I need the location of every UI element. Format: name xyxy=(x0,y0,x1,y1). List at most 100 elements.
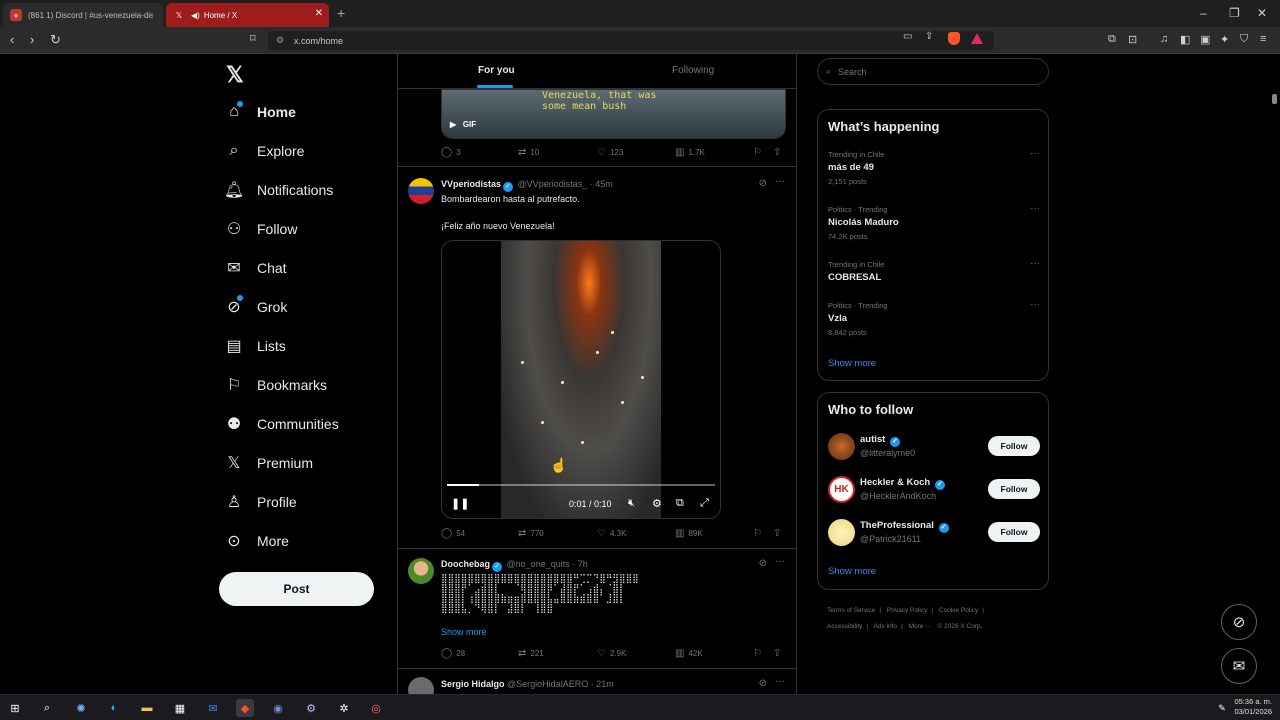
trend-item[interactable]: Trending in Chile COBRESAL ··· xyxy=(828,258,1040,283)
author-handle[interactable]: @SergioHidalAERO xyxy=(507,679,588,689)
video-progress-bar[interactable] xyxy=(447,484,715,486)
bookmark-button[interactable]: ⚐ xyxy=(753,528,766,539)
leo-ai-icon[interactable]: ✦ xyxy=(1220,33,1229,46)
author-name[interactable]: VVperiodistas xyxy=(441,179,501,189)
brave-shields-icon[interactable] xyxy=(948,32,960,45)
minimize-button[interactable]: – xyxy=(1200,6,1207,20)
like-button[interactable]: ♡ 2.9K xyxy=(597,648,626,659)
sidebar-item-communities[interactable]: ⚉ Communities xyxy=(218,406,388,442)
grok-explain-icon[interactable]: ⊘ xyxy=(759,178,767,189)
fullscreen-icon[interactable]: ⤢ xyxy=(700,497,709,510)
sidebar-item-grok[interactable]: ⊘ Grok xyxy=(218,289,388,325)
share-button[interactable]: ⇧ xyxy=(773,147,785,158)
tweet-time[interactable]: · 7h xyxy=(572,559,588,569)
tab-for-you[interactable]: For you xyxy=(478,65,515,76)
trend-item[interactable]: Politics · Trending Nicolás Maduro 74.2K… xyxy=(828,203,1040,241)
follow-suggestion[interactable]: TheProfessional ✓ @Patrick21611 Follow xyxy=(828,519,1040,549)
sidebar-item-explore[interactable]: ⌕ Explore xyxy=(218,133,388,169)
grok-explain-icon[interactable]: ⊘ xyxy=(759,678,767,689)
browser-tab-x[interactable]: 𝕏 ◀) Home / X ✕ xyxy=(166,3,329,27)
sidebar-item-home[interactable]: ⌂ Home xyxy=(218,94,388,130)
grok-fab-button[interactable]: ⊘ xyxy=(1221,604,1257,640)
obs-icon[interactable]: ◎ xyxy=(367,699,385,717)
views-button[interactable]: ▥ 1.7K xyxy=(675,147,705,158)
search-icon[interactable]: ⌕ xyxy=(38,699,56,717)
screenshot-icon[interactable]: ⊡ xyxy=(1128,33,1137,46)
views-button[interactable]: ▥ 42K xyxy=(675,648,703,659)
media-icon[interactable]: ♫ xyxy=(1160,33,1168,45)
reply-button[interactable]: ◯ 3 xyxy=(441,147,461,158)
bookmark-button[interactable]: ⚐ xyxy=(753,147,766,158)
more-options-icon[interactable]: ··· xyxy=(1030,203,1040,214)
wallet-icon[interactable]: ▣ xyxy=(1200,33,1210,46)
more-options-icon[interactable]: ··· xyxy=(1030,299,1040,310)
close-tab-icon[interactable]: ✕ xyxy=(315,8,323,19)
bookmark-button[interactable]: ⚐ xyxy=(753,648,766,659)
pip-icon[interactable]: ⧉ xyxy=(676,497,684,510)
sidebar-item-lists[interactable]: ▤ Lists xyxy=(218,328,388,364)
grok-explain-icon[interactable]: ⊘ xyxy=(759,558,767,569)
search-input[interactable]: ⌕ Search xyxy=(817,58,1049,85)
share-button[interactable]: ⇧ xyxy=(773,648,785,659)
mail-app-icon[interactable]: ✉ xyxy=(204,699,222,717)
repost-button[interactable]: ⇄ 221 xyxy=(518,648,544,659)
more-options-icon[interactable]: ··· xyxy=(1030,258,1040,269)
accessibility-link[interactable]: Accessibility xyxy=(827,623,862,630)
author-handle[interactable]: @no_one_quits xyxy=(507,559,570,569)
show-more-link[interactable]: Show more xyxy=(441,627,487,637)
more-options-icon[interactable]: ··· xyxy=(775,556,785,567)
sidebar-item-bookmarks[interactable]: ⚐ Bookmarks xyxy=(218,367,388,403)
repost-button[interactable]: ⇄ 10 xyxy=(518,147,539,158)
scrollbar-thumb[interactable] xyxy=(1272,94,1277,104)
brave-rewards-icon[interactable] xyxy=(971,33,983,44)
x-logo-icon[interactable]: 𝕏 xyxy=(226,62,244,88)
site-settings-icon[interactable]: ⚙ xyxy=(276,35,284,46)
copilot-icon[interactable]: ✺ xyxy=(72,699,90,717)
messages-fab-button[interactable]: ✉ xyxy=(1221,648,1257,684)
avatar[interactable] xyxy=(408,677,434,694)
new-tab-button[interactable]: + xyxy=(337,5,345,21)
terms-link[interactable]: Terms of Service xyxy=(827,607,875,614)
show-more-link[interactable]: Show more xyxy=(828,566,876,577)
avatar[interactable] xyxy=(828,433,855,460)
tray-pen-icon[interactable]: ✎ xyxy=(1213,699,1231,717)
more-options-icon[interactable]: ··· xyxy=(775,176,785,187)
more-options-icon[interactable]: ··· xyxy=(1030,148,1040,159)
sidebar-toggle-icon[interactable]: ◧ xyxy=(1180,33,1190,46)
share-icon[interactable]: ⇪ xyxy=(925,31,933,42)
follow-button[interactable]: Follow xyxy=(988,479,1040,499)
follow-button[interactable]: Follow xyxy=(988,436,1040,456)
avatar[interactable] xyxy=(828,519,855,546)
like-button[interactable]: ♡ 123 xyxy=(597,147,623,158)
trend-item[interactable]: Trending in Chile más de 49 2,151 posts … xyxy=(828,148,1040,186)
like-button[interactable]: ♡ 4.3K xyxy=(597,528,626,539)
bookmark-page-icon[interactable]: ⌑ xyxy=(250,32,256,45)
vpn-icon[interactable]: ⛉ xyxy=(1240,33,1248,46)
follow-suggestion[interactable]: autist ✓ @litteralyme0 Follow xyxy=(828,433,1040,463)
show-more-link[interactable]: Show more xyxy=(828,358,876,369)
extensions-icon[interactable]: ⧉ xyxy=(1108,33,1116,46)
discord-taskbar-icon[interactable]: ◉ xyxy=(269,699,287,717)
screen-icon[interactable]: ▭ xyxy=(903,31,912,42)
tweet-time[interactable]: · 45m xyxy=(590,179,613,189)
settings-icon[interactable]: ✲ xyxy=(335,699,353,717)
gif-media[interactable]: Venezuela, that was some mean bush ▶ GIF xyxy=(441,89,786,139)
follow-suggestion[interactable]: HK Heckler & Koch ✓ @HecklerAndKoch Foll… xyxy=(828,476,1040,506)
ads-info-link[interactable]: Ads info xyxy=(874,623,898,630)
sidebar-item-chat[interactable]: ✉ Chat xyxy=(218,250,388,286)
close-window-button[interactable]: ✕ xyxy=(1257,6,1267,20)
store-icon[interactable]: ▦ xyxy=(171,699,189,717)
file-explorer-icon[interactable]: ▬ xyxy=(138,699,156,717)
sidebar-item-premium[interactable]: 𝕏 Premium xyxy=(218,445,388,481)
sidebar-item-more[interactable]: ⊙ More xyxy=(218,523,388,559)
reply-button[interactable]: ◯ 28 xyxy=(441,648,465,659)
post-button[interactable]: Post xyxy=(219,572,374,606)
avatar[interactable] xyxy=(408,178,434,204)
views-button[interactable]: ▥ 89K xyxy=(675,528,703,539)
system-clock[interactable]: 05:36 a. m. 03/01/2026 xyxy=(1234,697,1272,717)
url-field[interactable]: ⚙ x.com/home xyxy=(268,31,994,50)
reload-icon[interactable]: ↻ xyxy=(50,32,61,48)
reply-button[interactable]: ◯ 54 xyxy=(441,528,465,539)
follow-button[interactable]: Follow xyxy=(988,522,1040,542)
forward-icon[interactable]: › xyxy=(30,32,34,47)
